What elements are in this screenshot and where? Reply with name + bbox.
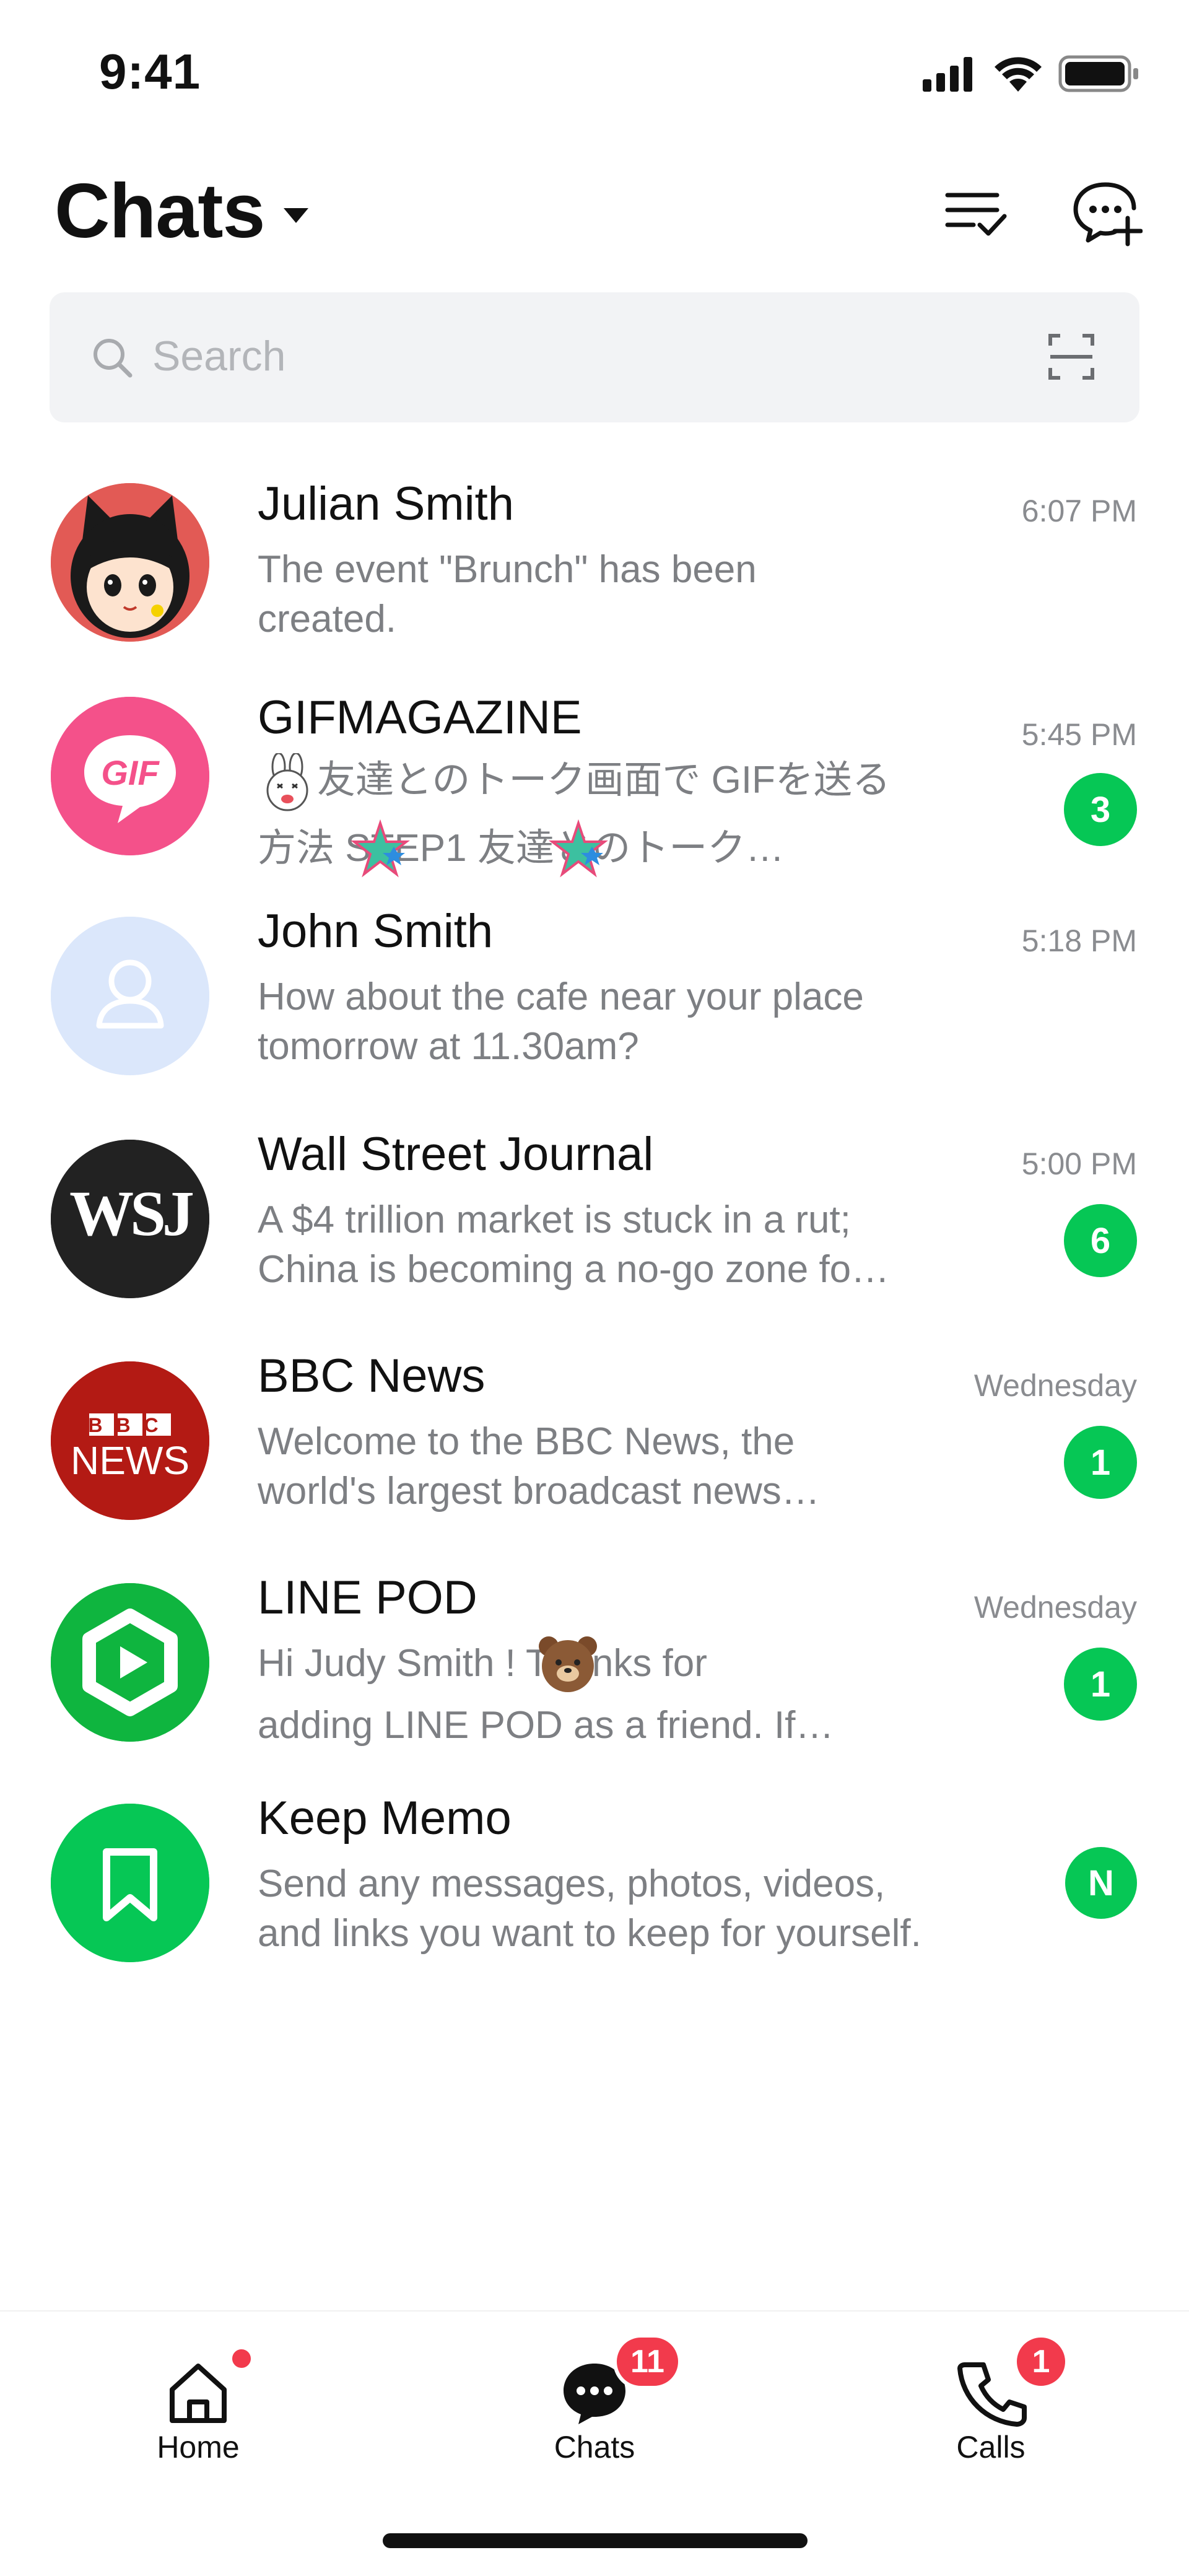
line-pod-logo-icon bbox=[51, 1583, 209, 1742]
gif-logo-icon: GIF bbox=[51, 697, 209, 855]
avatar bbox=[51, 483, 209, 642]
star-sticker-icon bbox=[549, 819, 608, 878]
preview-line: world's largest broadcast news… bbox=[258, 1470, 820, 1513]
list-check-icon bbox=[945, 193, 1007, 236]
chat-preview: 友達とのトーク画面で GIFを送る 方法 STEP1 友達とのトーク… bbox=[258, 746, 970, 883]
preview-line: The event "Brunch" has been bbox=[258, 548, 757, 591]
search-input[interactable]: Search bbox=[152, 332, 285, 380]
missed-call-badge: 1 bbox=[1013, 2334, 1069, 2390]
qr-scan-icon[interactable] bbox=[1048, 333, 1095, 380]
chat-name: John Smith bbox=[258, 905, 494, 958]
chat-name: Wall Street Journal bbox=[258, 1128, 654, 1181]
chat-row[interactable]: LINE POD Hi Judy Smith ! Thanks for addi… bbox=[0, 1571, 1189, 1781]
bbc-avatar-text: BBC bbox=[88, 1414, 172, 1436]
chat-preview: Welcome to the BBC News, the world's lar… bbox=[258, 1417, 970, 1516]
tab-calls[interactable]: 1 Calls bbox=[898, 2330, 1084, 2466]
preview-line: tomorrow at 11.30am? bbox=[258, 1025, 639, 1068]
tab-label: Chats bbox=[554, 2430, 635, 2465]
chat-name: BBC News bbox=[258, 1350, 486, 1402]
chat-preview: Send any messages, photos, videos, and l… bbox=[258, 1859, 970, 1958]
chat-row[interactable]: Julian Smith The event "Brunch" has been… bbox=[0, 471, 1189, 681]
chat-preview: The event "Brunch" has been created. bbox=[258, 545, 970, 644]
star-sticker-icon bbox=[351, 819, 410, 878]
unread-badge: 1 bbox=[1064, 1426, 1137, 1499]
chat-name: LINE POD bbox=[258, 1571, 477, 1624]
chat-time: Wednesday bbox=[973, 1368, 1137, 1403]
chat-name: GIFMAGAZINE bbox=[258, 691, 582, 744]
avatar: WSJ bbox=[51, 1140, 209, 1298]
chat-row[interactable]: Keep Memo Send any messages, photos, vid… bbox=[0, 1791, 1189, 2002]
chat-plus-icon bbox=[1073, 182, 1143, 247]
cellular-signal-icon bbox=[923, 57, 972, 92]
chat-time: Wednesday bbox=[973, 1590, 1137, 1625]
chat-preview: How about the cafe near your place tomor… bbox=[258, 972, 970, 1072]
status-icons bbox=[923, 51, 1146, 94]
preview-line: Welcome to the BBC News, the bbox=[258, 1420, 795, 1463]
brown-bear-sticker-icon bbox=[539, 1636, 597, 1692]
bunny-sticker-icon bbox=[266, 753, 308, 811]
avatar bbox=[51, 1804, 209, 1962]
unread-badge: 1 bbox=[1064, 1648, 1137, 1721]
search-bar[interactable]: Search bbox=[50, 292, 1139, 422]
status-bar: 9:41 bbox=[0, 0, 1189, 142]
avatar: GIF bbox=[51, 697, 209, 855]
wifi-icon bbox=[995, 57, 1042, 92]
new-chat-button[interactable] bbox=[1068, 175, 1143, 249]
wsj-avatar-text: WSJ bbox=[69, 1178, 193, 1249]
chat-time: 5:00 PM bbox=[1021, 1146, 1137, 1181]
header: Chats bbox=[0, 142, 1189, 285]
cat-girl-avatar-icon bbox=[51, 483, 209, 642]
chat-row[interactable]: WSJ Wall Street Journal A $4 trillion ma… bbox=[0, 1127, 1189, 1338]
status-time: 9:41 bbox=[99, 44, 201, 99]
avatar bbox=[51, 917, 209, 1075]
preview-line: created. bbox=[258, 598, 397, 640]
new-badge: N bbox=[1065, 1847, 1137, 1919]
chat-row[interactable]: GIF GIFMAGAZINE 友達とのトーク画面で GIFを送る 方法 STE… bbox=[0, 684, 1189, 895]
preview-line: adding LINE POD as a friend. If… bbox=[258, 1704, 834, 1747]
preview-line: China is becoming a no-go zone fo… bbox=[258, 1248, 890, 1291]
search-icon bbox=[94, 339, 133, 378]
bbc-news-logo-icon: BBC NEWS bbox=[51, 1361, 209, 1520]
tab-chats[interactable]: 11 Chats bbox=[502, 2330, 687, 2466]
gif-avatar-text: GIF bbox=[101, 753, 160, 792]
chat-time: 5:45 PM bbox=[1021, 717, 1137, 752]
default-person-icon bbox=[51, 917, 209, 1075]
chat-preview: Hi Judy Smith ! Thanks for adding LINE P… bbox=[258, 1633, 970, 1757]
chat-time: 5:18 PM bbox=[1021, 923, 1137, 958]
home-icon bbox=[170, 2364, 227, 2423]
battery-icon bbox=[1058, 55, 1138, 92]
unread-badge: 6 bbox=[1064, 1204, 1137, 1277]
preview-line: How about the cafe near your place bbox=[258, 976, 864, 1018]
tab-label: Calls bbox=[956, 2430, 1026, 2465]
unread-count-badge: 11 bbox=[613, 2334, 682, 2390]
caret-down-icon bbox=[283, 208, 308, 223]
preview-line: 友達とのトーク画面で GIFを送る bbox=[258, 746, 970, 814]
chats-title-dropdown[interactable]: Chats bbox=[54, 167, 308, 255]
chat-time: 6:07 PM bbox=[1021, 494, 1137, 528]
chat-row[interactable]: BBC NEWS BBC News Welcome to the BBC New… bbox=[0, 1349, 1189, 1560]
avatar: BBC NEWS bbox=[51, 1361, 209, 1520]
preview-line: Send any messages, photos, videos, bbox=[258, 1862, 886, 1905]
chat-name: Julian Smith bbox=[258, 478, 514, 530]
preview-line: A $4 trillion market is stuck in a rut; bbox=[258, 1198, 851, 1241]
tab-home[interactable]: Home bbox=[105, 2330, 291, 2466]
page-title: Chats bbox=[54, 168, 266, 254]
home-indicator bbox=[383, 2533, 808, 2548]
preview-line: Hi Judy Smith ! Thanks for bbox=[258, 1642, 707, 1685]
chat-preview: A $4 trillion market is stuck in a rut; … bbox=[258, 1195, 970, 1295]
notification-dot bbox=[229, 2346, 254, 2371]
avatar bbox=[51, 1583, 209, 1742]
edit-chats-button[interactable] bbox=[938, 175, 1013, 249]
wsj-logo-icon: WSJ bbox=[51, 1140, 209, 1298]
tab-label: Home bbox=[157, 2430, 240, 2465]
unread-badge: 3 bbox=[1064, 773, 1137, 846]
chat-name: Keep Memo bbox=[258, 1792, 512, 1845]
preview-line: and links you want to keep for yourself. bbox=[258, 1912, 921, 1955]
chat-row[interactable]: John Smith How about the cafe near your … bbox=[0, 904, 1189, 1115]
bookmark-icon bbox=[51, 1804, 209, 1962]
news-avatar-text: NEWS bbox=[71, 1438, 189, 1483]
